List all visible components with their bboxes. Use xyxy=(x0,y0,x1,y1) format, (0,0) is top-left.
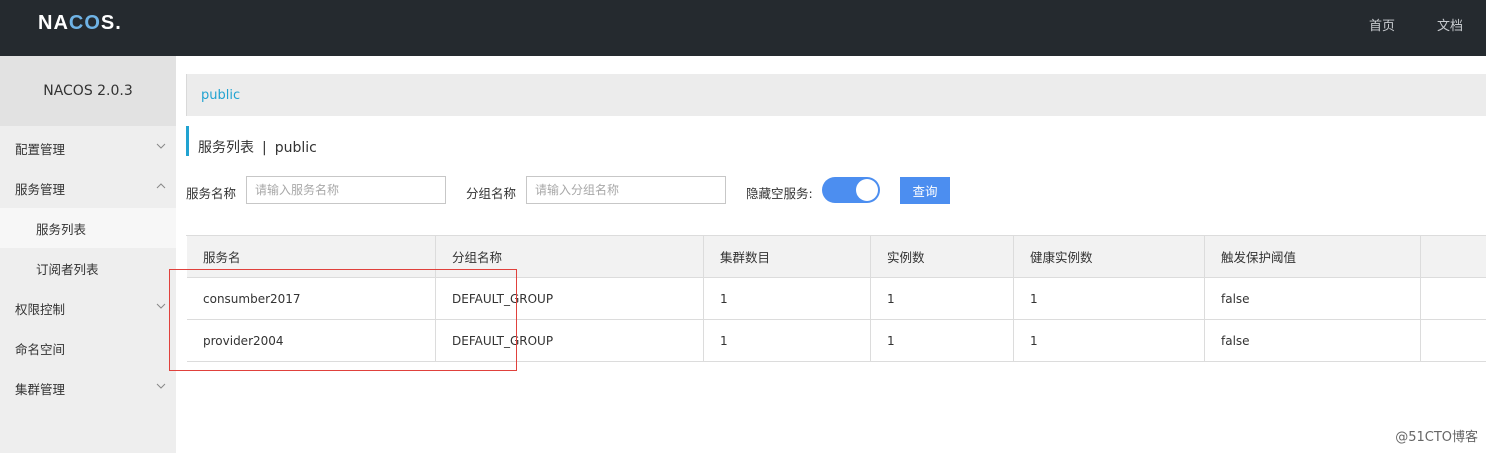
cell-service-name: consumber2017 xyxy=(187,278,436,319)
title-separator: | xyxy=(262,140,267,156)
sidebar-item-access-control[interactable]: 权限控制 xyxy=(0,288,176,328)
service-name-label: 服务名称 xyxy=(186,186,237,201)
sidebar-item-label: 服务管理 xyxy=(15,181,66,197)
nav-docs-link[interactable]: 文档 xyxy=(1437,15,1463,34)
group-name-input[interactable] xyxy=(526,176,726,204)
cell-actions xyxy=(1421,320,1486,361)
cell-healthy-instances: 1 xyxy=(1014,278,1205,319)
page-title-text: 服务列表 xyxy=(198,140,254,156)
table-header-row: 服务名 分组名称 集群数目 实例数 健康实例数 触发保护阈值 xyxy=(187,236,1486,278)
title-accent-bar xyxy=(186,126,189,156)
logo-text-2: CO xyxy=(68,12,101,34)
sidebar-item-subscriber-list[interactable]: 订阅者列表 xyxy=(0,248,176,288)
namespace-public-link[interactable]: public xyxy=(201,88,240,103)
column-header-instance-count[interactable]: 实例数 xyxy=(871,236,1014,277)
watermark: @51CTO博客 xyxy=(1395,430,1478,445)
column-header-cluster-count[interactable]: 集群数目 xyxy=(704,236,871,277)
sidebar-item-cluster-management[interactable]: 集群管理 xyxy=(0,368,176,408)
nav-home-link[interactable]: 首页 xyxy=(1369,15,1395,34)
chevron-down-icon xyxy=(156,141,166,151)
chevron-up-icon xyxy=(156,181,166,191)
group-name-label: 分组名称 xyxy=(466,186,517,201)
sidebar-item-label: 服务列表 xyxy=(36,221,87,237)
sidebar-item-label: 订阅者列表 xyxy=(36,261,99,277)
chevron-down-icon xyxy=(156,301,166,311)
sidebar-item-label: 命名空间 xyxy=(15,341,66,357)
column-header-group-name[interactable]: 分组名称 xyxy=(436,236,704,277)
cell-instance-count: 1 xyxy=(871,278,1014,319)
cell-service-name: provider2004 xyxy=(187,320,436,361)
query-button[interactable]: 查询 xyxy=(900,177,950,204)
logo-text-3: S. xyxy=(100,12,122,34)
sidebar-item-namespace[interactable]: 命名空间 xyxy=(0,328,176,368)
sidebar-item-service-management[interactable]: 服务管理 xyxy=(0,168,176,208)
toggle-knob xyxy=(856,179,878,201)
logo-text-1: NA xyxy=(38,12,69,34)
table-row: provider2004 DEFAULT_GROUP 1 1 1 false xyxy=(187,320,1486,362)
nacos-logo[interactable]: NACOS. xyxy=(38,12,122,35)
cell-group-name: DEFAULT_GROUP xyxy=(436,278,704,319)
top-navbar: NACOS. 首页 文档 xyxy=(0,0,1486,56)
column-header-protect-threshold[interactable]: 触发保护阈值 xyxy=(1205,236,1421,277)
sidebar-item-service-list[interactable]: 服务列表 xyxy=(0,208,176,248)
sidebar-item-label: 集群管理 xyxy=(15,381,66,397)
hide-empty-toggle[interactable] xyxy=(822,177,880,203)
cell-cluster-count: 1 xyxy=(704,278,871,319)
sidebar-item-label: 权限控制 xyxy=(15,301,66,317)
service-table: 服务名 分组名称 集群数目 实例数 健康实例数 触发保护阈值 consumber… xyxy=(186,235,1486,362)
page-title: 服务列表 | public xyxy=(198,137,317,157)
service-name-input[interactable] xyxy=(246,176,446,204)
cell-protect-threshold: false xyxy=(1205,278,1421,319)
cell-actions xyxy=(1421,278,1486,319)
cell-protect-threshold: false xyxy=(1205,320,1421,361)
namespace-bar: public xyxy=(186,74,1486,116)
version-label: NACOS 2.0.3 xyxy=(0,56,176,126)
cell-group-name: DEFAULT_GROUP xyxy=(436,320,704,361)
sidebar-item-label: 配置管理 xyxy=(15,141,66,157)
sidebar: NACOS 2.0.3 配置管理 服务管理 服务列表 订阅者列表 权限控制 命名… xyxy=(0,56,176,453)
table-row: consumber2017 DEFAULT_GROUP 1 1 1 false xyxy=(187,278,1486,320)
column-header-service-name[interactable]: 服务名 xyxy=(187,236,436,277)
column-header-actions xyxy=(1421,236,1486,277)
column-header-healthy-instances[interactable]: 健康实例数 xyxy=(1014,236,1205,277)
page-title-namespace: public xyxy=(274,140,317,156)
chevron-down-icon xyxy=(156,381,166,391)
hide-empty-label: 隐藏空服务: xyxy=(746,186,813,201)
cell-instance-count: 1 xyxy=(871,320,1014,361)
cell-cluster-count: 1 xyxy=(704,320,871,361)
sidebar-item-config-management[interactable]: 配置管理 xyxy=(0,128,176,168)
cell-healthy-instances: 1 xyxy=(1014,320,1205,361)
